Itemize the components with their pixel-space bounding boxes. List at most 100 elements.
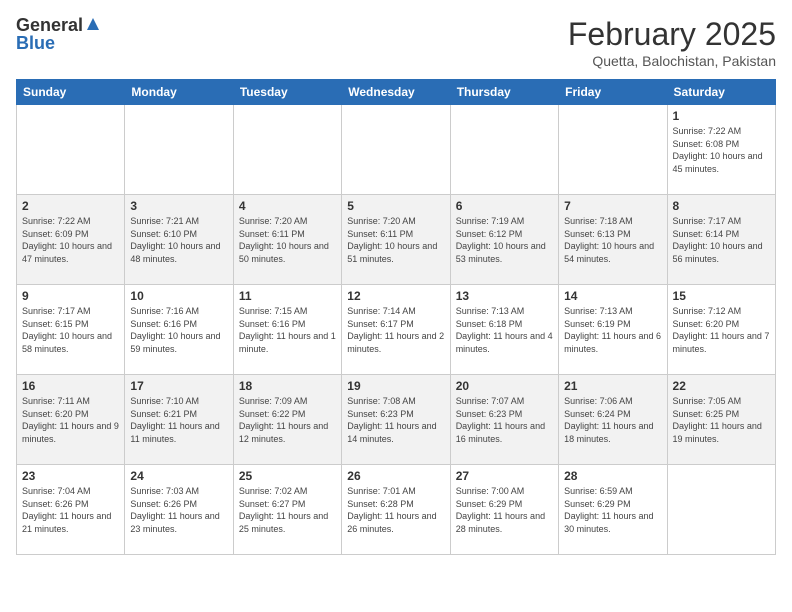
- calendar-cell: 18 Sunrise: 7:09 AM Sunset: 6:22 PM Dayli…: [233, 375, 341, 465]
- day-info: Sunrise: 7:20 AM Sunset: 6:11 PM Dayligh…: [239, 215, 336, 265]
- day-info: Sunrise: 7:06 AM Sunset: 6:24 PM Dayligh…: [564, 395, 661, 445]
- calendar-cell: 11 Sunrise: 7:15 AM Sunset: 6:16 PM Dayli…: [233, 285, 341, 375]
- day-number: 18: [239, 379, 336, 393]
- calendar-cell: 1 Sunrise: 7:22 AM Sunset: 6:08 PM Daylig…: [667, 105, 775, 195]
- day-info: Sunrise: 7:08 AM Sunset: 6:23 PM Dayligh…: [347, 395, 444, 445]
- calendar-cell: 9 Sunrise: 7:17 AM Sunset: 6:15 PM Daylig…: [17, 285, 125, 375]
- calendar-cell: 26Sunrise: 7:01 AM Sunset: 6:28 PM Dayli…: [342, 465, 450, 555]
- calendar-table: SundayMondayTuesdayWednesdayThursdayFrid…: [16, 79, 776, 555]
- day-number: 15: [673, 289, 770, 303]
- day-number: 19: [347, 379, 444, 393]
- day-info: Sunrise: 7:18 AM Sunset: 6:13 PM Dayligh…: [564, 215, 661, 265]
- calendar-cell: [450, 105, 558, 195]
- day-info: Sunrise: 7:03 AM Sunset: 6:26 PM Dayligh…: [130, 485, 227, 535]
- day-number: 12: [347, 289, 444, 303]
- logo: General Blue: [16, 16, 101, 52]
- day-info: Sunrise: 7:10 AM Sunset: 6:21 PM Dayligh…: [130, 395, 227, 445]
- day-number: 2: [22, 199, 119, 213]
- calendar-cell: 8 Sunrise: 7:17 AM Sunset: 6:14 PM Daylig…: [667, 195, 775, 285]
- calendar-cell: 17 Sunrise: 7:10 AM Sunset: 6:21 PM Dayli…: [125, 375, 233, 465]
- day-number: 22: [673, 379, 770, 393]
- day-info: Sunrise: 7:17 AM Sunset: 6:15 PM Dayligh…: [22, 305, 119, 355]
- day-info: Sunrise: 7:11 AM Sunset: 6:20 PM Dayligh…: [22, 395, 119, 445]
- calendar-cell: 14 Sunrise: 7:13 AM Sunset: 6:19 PM Dayli…: [559, 285, 667, 375]
- weekday-header-friday: Friday: [559, 80, 667, 105]
- calendar-cell: 27 Sunrise: 7:00 AM Sunset: 6:29 PM Dayli…: [450, 465, 558, 555]
- title-section: February 2025 Quetta, Balochistan, Pakis…: [568, 16, 776, 69]
- day-info: Sunrise: 7:09 AM Sunset: 6:22 PM Dayligh…: [239, 395, 336, 445]
- weekday-header-monday: Monday: [125, 80, 233, 105]
- day-info: Sunrise: 7:15 AM Sunset: 6:16 PM Dayligh…: [239, 305, 336, 355]
- day-number: 8: [673, 199, 770, 213]
- day-info: Sunrise: 7:16 AM Sunset: 6:16 PM Dayligh…: [130, 305, 227, 355]
- calendar-cell: 3Sunrise: 7:21 AM Sunset: 6:10 PM Daylig…: [125, 195, 233, 285]
- day-number: 26: [347, 469, 444, 483]
- calendar-cell: 22 Sunrise: 7:05 AM Sunset: 6:25 PM Dayli…: [667, 375, 775, 465]
- logo-general-text: General: [16, 16, 83, 34]
- day-info: Sunrise: 7:20 AM Sunset: 6:11 PM Dayligh…: [347, 215, 444, 265]
- calendar-cell: 12 Sunrise: 7:14 AM Sunset: 6:17 PM Dayli…: [342, 285, 450, 375]
- calendar-week-2: 2 Sunrise: 7:22 AM Sunset: 6:09 PM Daylig…: [17, 195, 776, 285]
- day-info: Sunrise: 7:02 AM Sunset: 6:27 PM Dayligh…: [239, 485, 336, 535]
- day-number: 25: [239, 469, 336, 483]
- day-number: 21: [564, 379, 661, 393]
- location-text: Quetta, Balochistan, Pakistan: [568, 53, 776, 69]
- day-number: 11: [239, 289, 336, 303]
- day-info: Sunrise: 7:19 AM Sunset: 6:12 PM Dayligh…: [456, 215, 553, 265]
- calendar-cell: 21 Sunrise: 7:06 AM Sunset: 6:24 PM Dayli…: [559, 375, 667, 465]
- day-number: 1: [673, 109, 770, 123]
- day-number: 4: [239, 199, 336, 213]
- day-info: Sunrise: 7:13 AM Sunset: 6:18 PM Dayligh…: [456, 305, 553, 355]
- calendar-cell: 19 Sunrise: 7:08 AM Sunset: 6:23 PM Dayli…: [342, 375, 450, 465]
- calendar-week-4: 16 Sunrise: 7:11 AM Sunset: 6:20 PM Dayli…: [17, 375, 776, 465]
- calendar-cell: [233, 105, 341, 195]
- day-number: 23: [22, 469, 119, 483]
- calendar-week-5: 23 Sunrise: 7:04 AM Sunset: 6:26 PM Dayli…: [17, 465, 776, 555]
- calendar-cell: 15 Sunrise: 7:12 AM Sunset: 6:20 PM Dayli…: [667, 285, 775, 375]
- calendar-cell: 24 Sunrise: 7:03 AM Sunset: 6:26 PM Dayli…: [125, 465, 233, 555]
- day-number: 20: [456, 379, 553, 393]
- day-info: Sunrise: 7:14 AM Sunset: 6:17 PM Dayligh…: [347, 305, 444, 355]
- day-info: Sunrise: 7:04 AM Sunset: 6:26 PM Dayligh…: [22, 485, 119, 535]
- day-number: 5: [347, 199, 444, 213]
- day-number: 17: [130, 379, 227, 393]
- calendar-week-1: 1 Sunrise: 7:22 AM Sunset: 6:08 PM Daylig…: [17, 105, 776, 195]
- weekday-header-wednesday: Wednesday: [342, 80, 450, 105]
- day-info: Sunrise: 7:22 AM Sunset: 6:09 PM Dayligh…: [22, 215, 119, 265]
- calendar-cell: [17, 105, 125, 195]
- calendar-cell: 4 Sunrise: 7:20 AM Sunset: 6:11 PM Daylig…: [233, 195, 341, 285]
- calendar-cell: [667, 465, 775, 555]
- calendar-cell: 2 Sunrise: 7:22 AM Sunset: 6:09 PM Daylig…: [17, 195, 125, 285]
- day-number: 16: [22, 379, 119, 393]
- day-number: 28: [564, 469, 661, 483]
- day-info: Sunrise: 7:12 AM Sunset: 6:20 PM Dayligh…: [673, 305, 770, 355]
- day-number: 27: [456, 469, 553, 483]
- day-number: 6: [456, 199, 553, 213]
- calendar-cell: [342, 105, 450, 195]
- calendar-cell: 6 Sunrise: 7:19 AM Sunset: 6:12 PM Daylig…: [450, 195, 558, 285]
- weekday-header-thursday: Thursday: [450, 80, 558, 105]
- day-number: 9: [22, 289, 119, 303]
- day-info: Sunrise: 6:59 AM Sunset: 6:29 PM Dayligh…: [564, 485, 661, 535]
- calendar-cell: 5 Sunrise: 7:20 AM Sunset: 6:11 PM Daylig…: [342, 195, 450, 285]
- calendar-cell: 28 Sunrise: 6:59 AM Sunset: 6:29 PM Dayli…: [559, 465, 667, 555]
- calendar-cell: 7 Sunrise: 7:18 AM Sunset: 6:13 PM Daylig…: [559, 195, 667, 285]
- calendar-week-3: 9 Sunrise: 7:17 AM Sunset: 6:15 PM Daylig…: [17, 285, 776, 375]
- calendar-cell: 20Sunrise: 7:07 AM Sunset: 6:23 PM Dayli…: [450, 375, 558, 465]
- day-number: 24: [130, 469, 227, 483]
- calendar-cell: 10 Sunrise: 7:16 AM Sunset: 6:16 PM Dayli…: [125, 285, 233, 375]
- day-info: Sunrise: 7:22 AM Sunset: 6:08 PM Dayligh…: [673, 125, 770, 175]
- weekday-header-row: SundayMondayTuesdayWednesdayThursdayFrid…: [17, 80, 776, 105]
- day-info: Sunrise: 7:17 AM Sunset: 6:14 PM Dayligh…: [673, 215, 770, 265]
- day-number: 10: [130, 289, 227, 303]
- weekday-header-tuesday: Tuesday: [233, 80, 341, 105]
- calendar-cell: 16 Sunrise: 7:11 AM Sunset: 6:20 PM Dayli…: [17, 375, 125, 465]
- day-number: 7: [564, 199, 661, 213]
- month-year-title: February 2025: [568, 16, 776, 53]
- day-info: Sunrise: 7:21 AM Sunset: 6:10 PM Dayligh…: [130, 215, 227, 265]
- day-info: Sunrise: 7:13 AM Sunset: 6:19 PM Dayligh…: [564, 305, 661, 355]
- logo-blue-text: Blue: [16, 34, 55, 52]
- day-info: Sunrise: 7:05 AM Sunset: 6:25 PM Dayligh…: [673, 395, 770, 445]
- day-info: Sunrise: 7:00 AM Sunset: 6:29 PM Dayligh…: [456, 485, 553, 535]
- day-number: 14: [564, 289, 661, 303]
